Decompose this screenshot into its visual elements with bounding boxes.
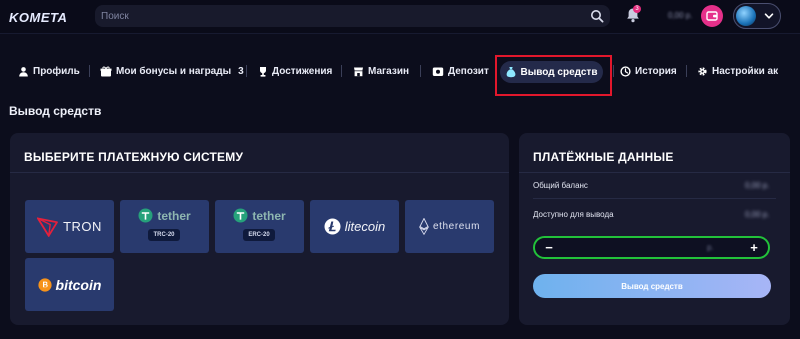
top-header: KOMETA 3 0,00 р.: [0, 0, 800, 34]
tab-label: Настройки ак: [712, 65, 779, 77]
tab-label: Мои бонусы и награды: [116, 65, 232, 77]
search-icon[interactable]: [590, 9, 604, 23]
tab-divider: [246, 65, 247, 77]
tab-divider: [89, 65, 90, 77]
shop-icon: [354, 67, 363, 76]
tab-label: Магазин: [368, 65, 410, 77]
amount-field[interactable]: р.: [707, 243, 714, 252]
total-balance-value: 0,00 р.: [745, 181, 770, 190]
ethereum-logo-icon: [418, 218, 429, 235]
payment-method-ethereum[interactable]: ethereum: [405, 200, 494, 253]
method-label: litecoin: [344, 219, 386, 234]
method-label: ethereum: [432, 221, 481, 232]
tab-label: Профиль: [33, 65, 80, 77]
method-label: tether: [157, 208, 191, 223]
card-divider: [519, 172, 790, 173]
kometa-logo[interactable]: KOMETA: [9, 10, 67, 25]
amount-stepper[interactable]: − р. +: [533, 236, 770, 259]
tab-history[interactable]: История: [620, 62, 677, 80]
method-label: TRON: [63, 219, 102, 234]
payment-data-title: ПЛАТЁЖНЫЕ ДАННЫЕ: [533, 150, 674, 164]
avatar[interactable]: [736, 6, 756, 26]
card-divider: [10, 172, 509, 173]
method-label: tether: [252, 208, 286, 223]
profile-tabs: Профиль Мои бонусы и награды 3 Достижени…: [0, 54, 800, 88]
payment-method-tether-trc20[interactable]: tether TRC-20: [120, 200, 209, 253]
method-label: bitcoin: [55, 276, 102, 293]
gift-icon: [100, 66, 112, 76]
network-badge: ERC-20: [243, 229, 275, 241]
litecoin-logo-icon: [324, 218, 341, 235]
available-label: Доступно для вывода: [533, 210, 614, 219]
tab-settings[interactable]: Настройки ак: [697, 62, 778, 80]
chevron-down-icon[interactable]: [763, 10, 775, 22]
tab-bonuses[interactable]: Мои бонусы и награды 3: [100, 62, 244, 80]
header-balance: 0,00 р.: [668, 11, 693, 20]
total-balance-label: Общий баланс: [533, 181, 588, 190]
tab-label: Депозит: [448, 65, 489, 77]
wallet-button[interactable]: [701, 5, 723, 27]
wallet-icon: [706, 11, 718, 21]
tab-deposit[interactable]: Депозит: [432, 62, 489, 80]
tab-label: Достижения: [272, 65, 333, 77]
payment-method-tether-erc20[interactable]: tether ERC-20: [215, 200, 304, 253]
user-icon: [19, 66, 28, 76]
bonuses-count: 3: [238, 65, 244, 77]
network-badge: TRC-20: [148, 229, 180, 241]
search-input[interactable]: [101, 8, 571, 24]
tron-logo-icon: [37, 216, 58, 237]
payment-method-bitcoin[interactable]: bitcoin: [25, 258, 114, 311]
tab-achievements[interactable]: Достижения: [258, 62, 332, 80]
available-value: 0,00 р.: [745, 210, 770, 219]
row-divider: [533, 198, 776, 199]
tab-divider: [341, 65, 342, 77]
payment-method-tron[interactable]: TRON: [25, 200, 114, 253]
tab-divider: [613, 65, 614, 77]
tab-shop[interactable]: Магазин: [353, 62, 409, 80]
wallet-icon: [432, 67, 444, 76]
trophy-icon: [260, 66, 266, 77]
clock-icon: [620, 65, 631, 77]
increase-button[interactable]: +: [747, 239, 761, 256]
notifications-badge: 3: [633, 5, 641, 13]
payment-systems-title: ВЫБЕРИТЕ ПЛАТЕЖНУЮ СИСТЕМУ: [24, 150, 244, 164]
tab-divider: [420, 65, 421, 77]
tether-logo-icon: [233, 208, 248, 223]
tab-profile[interactable]: Профиль: [18, 62, 80, 80]
highlight-frame: [495, 55, 612, 96]
tab-divider: [686, 65, 687, 77]
gear-icon: [698, 66, 707, 76]
tether-logo-icon: [138, 208, 153, 223]
decrease-button[interactable]: −: [542, 239, 556, 256]
payment-method-litecoin[interactable]: litecoin: [310, 200, 399, 253]
tab-label: История: [635, 65, 677, 77]
withdraw-button[interactable]: Вывод средств: [533, 274, 771, 298]
page-title: Вывод средств: [9, 104, 102, 118]
profile-menu[interactable]: [733, 3, 781, 29]
bitcoin-logo-icon: [37, 277, 52, 292]
search-box[interactable]: [95, 5, 610, 27]
